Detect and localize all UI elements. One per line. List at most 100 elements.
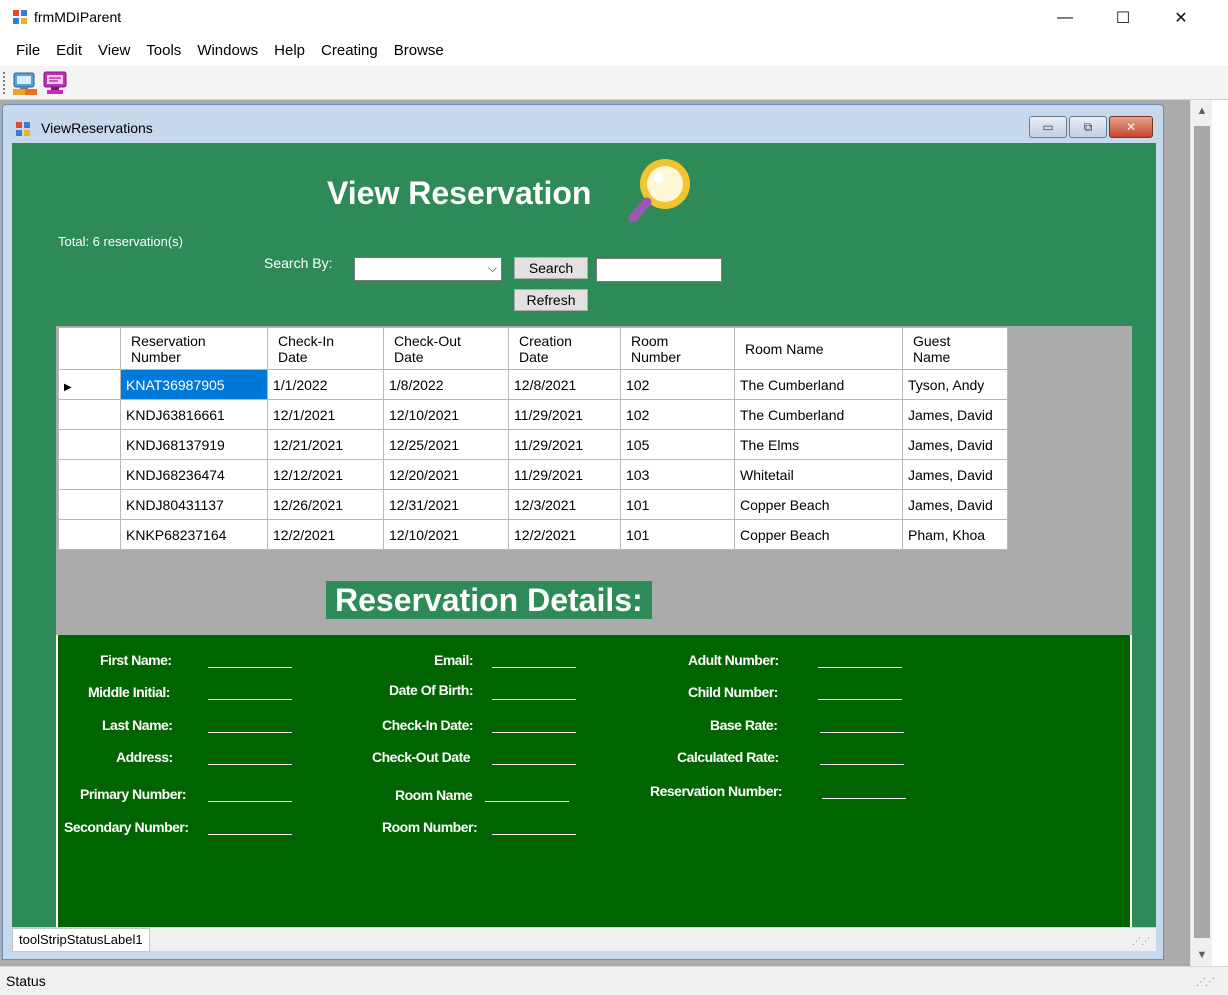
table-cell[interactable]: Copper Beach [734, 489, 903, 520]
scroll-thumb[interactable] [1194, 126, 1210, 938]
menu-tools[interactable]: Tools [138, 36, 189, 66]
table-cell[interactable]: James, David [902, 489, 1008, 520]
mdi-vertical-scrollbar[interactable]: ▲ ▼ [1190, 100, 1212, 966]
table-cell[interactable]: 12/25/2021 [383, 429, 509, 460]
create-reservation-icon[interactable] [42, 69, 68, 97]
table-cell[interactable]: 1/8/2022 [383, 369, 509, 400]
close-button[interactable]: ✕ [1152, 0, 1210, 36]
row-header[interactable] [58, 459, 121, 490]
table-cell[interactable]: Tyson, Andy [902, 369, 1008, 400]
search-button[interactable]: Search [514, 257, 588, 279]
table-cell[interactable]: The Elms [734, 429, 903, 460]
column-header-check-in-date[interactable]: Check-In Date [267, 327, 384, 370]
minimize-button[interactable]: — [1036, 0, 1094, 36]
table-cell[interactable]: KNDJ68137919 [120, 429, 268, 460]
magnifier-icon [628, 159, 690, 223]
column-header-room-number[interactable]: Room Number [620, 327, 735, 370]
table-cell[interactable]: 101 [620, 519, 735, 550]
table-cell[interactable]: KNDJ68236474 [120, 459, 268, 490]
table-cell[interactable]: 12/3/2021 [508, 489, 621, 520]
table-cell[interactable]: Whitetail [734, 459, 903, 490]
table-cell[interactable]: 12/2/2021 [508, 519, 621, 550]
reservations-grid[interactable]: Reservation Number Check-In Date Check-O… [58, 327, 1008, 550]
table-cell[interactable]: James, David [902, 429, 1008, 460]
row-header[interactable] [58, 519, 121, 550]
base-rate-label: Base Rate: [710, 717, 778, 733]
table-cell[interactable]: 102 [620, 399, 735, 430]
scroll-down-arrow-icon[interactable]: ▼ [1191, 944, 1213, 966]
row-header[interactable] [58, 489, 121, 520]
table-row[interactable]: KNDJ68137919 12/21/2021 12/25/2021 11/29… [58, 429, 1008, 460]
table-cell[interactable]: 12/20/2021 [383, 459, 509, 490]
table-cell[interactable]: 101 [620, 489, 735, 520]
child-restore-button[interactable]: ⧉ [1069, 116, 1107, 138]
column-header-room-name[interactable]: Room Name [734, 327, 903, 370]
table-cell[interactable]: 12/12/2021 [267, 459, 384, 490]
column-header-creation-date[interactable]: Creation Date [508, 327, 621, 370]
refresh-button[interactable]: Refresh [514, 289, 588, 311]
row-header[interactable] [58, 399, 121, 430]
table-cell[interactable]: 12/10/2021 [383, 399, 509, 430]
table-cell[interactable]: 12/31/2021 [383, 489, 509, 520]
table-cell[interactable]: 12/8/2021 [508, 369, 621, 400]
app-icon [13, 10, 27, 24]
table-cell[interactable]: KNAT36987905 [120, 369, 268, 400]
table-cell[interactable]: KNDJ63816661 [120, 399, 268, 430]
table-cell[interactable]: Pham, Khoa [902, 519, 1008, 550]
table-row[interactable]: KNKP68237164 12/2/2021 12/10/2021 12/2/2… [58, 519, 1008, 550]
room-name-label: Room Name [395, 787, 473, 803]
menu-file[interactable]: File [8, 36, 48, 66]
table-cell[interactable]: 12/21/2021 [267, 429, 384, 460]
menu-edit[interactable]: Edit [48, 36, 90, 66]
menu-bar: File Edit View Tools Windows Help Creati… [0, 36, 1228, 66]
table-row[interactable]: KNDJ63816661 12/1/2021 12/10/2021 11/29/… [58, 399, 1008, 430]
column-header-reservation-number[interactable]: Reservation Number [120, 327, 268, 370]
menu-creating[interactable]: Creating [313, 36, 386, 66]
table-cell[interactable]: 11/29/2021 [508, 399, 621, 430]
table-cell[interactable]: 11/29/2021 [508, 429, 621, 460]
search-input[interactable] [596, 258, 722, 282]
table-cell[interactable]: The Cumberland [734, 369, 903, 400]
toolbar-grip[interactable] [3, 72, 6, 94]
table-cell[interactable]: 1/1/2022 [267, 369, 384, 400]
menu-help[interactable]: Help [266, 36, 313, 66]
table-row[interactable]: KNDJ68236474 12/12/2021 12/20/2021 11/29… [58, 459, 1008, 490]
table-cell[interactable]: Copper Beach [734, 519, 903, 550]
table-cell[interactable]: 102 [620, 369, 735, 400]
row-header[interactable] [58, 429, 121, 460]
table-cell[interactable]: 11/29/2021 [508, 459, 621, 490]
column-header-guest-name[interactable]: Guest Name [902, 327, 1008, 370]
window-edge [1212, 100, 1228, 966]
table-row[interactable]: KNDJ80431137 12/26/2021 12/31/2021 12/3/… [58, 489, 1008, 520]
table-row[interactable]: ▶ KNAT36987905 1/1/2022 1/8/2022 12/8/20… [58, 369, 1008, 400]
resize-grip-icon[interactable]: ⋰⋰ [1132, 936, 1150, 947]
page-title: View Reservation [327, 175, 592, 211]
table-cell[interactable]: 12/1/2021 [267, 399, 384, 430]
table-cell[interactable]: 12/26/2021 [267, 489, 384, 520]
scroll-up-arrow-icon[interactable]: ▲ [1191, 100, 1213, 122]
table-cell[interactable]: KNDJ80431137 [120, 489, 268, 520]
table-cell[interactable]: 12/2/2021 [267, 519, 384, 550]
maximize-button[interactable]: ☐ [1094, 0, 1152, 36]
menu-browse[interactable]: Browse [386, 36, 452, 66]
column-header-check-out-date[interactable]: Check-Out Date [383, 327, 509, 370]
child-minimize-button[interactable]: ▭ [1029, 116, 1067, 138]
table-cell[interactable]: James, David [902, 399, 1008, 430]
chevron-down-icon[interactable]: ⌵ [488, 261, 497, 276]
resize-grip-icon[interactable]: ⋰⋰ [1196, 977, 1215, 988]
search-by-dropdown[interactable]: ⌵ [354, 257, 502, 281]
table-cell[interactable]: 12/10/2021 [383, 519, 509, 550]
table-cell[interactable]: 103 [620, 459, 735, 490]
toolbar [0, 66, 1228, 100]
table-cell[interactable]: 105 [620, 429, 735, 460]
menu-view[interactable]: View [90, 36, 138, 66]
table-cell[interactable]: The Cumberland [734, 399, 903, 430]
menu-windows[interactable]: Windows [189, 36, 266, 66]
primary-number-label: Primary Number: [80, 786, 187, 802]
table-cell[interactable]: James, David [902, 459, 1008, 490]
table-cell[interactable]: KNKP68237164 [120, 519, 268, 550]
child-close-button[interactable]: ✕ [1109, 116, 1153, 138]
row-header[interactable]: ▶ [58, 369, 121, 400]
view-reservations-icon[interactable] [12, 69, 38, 97]
grid-corner-header[interactable] [58, 327, 121, 370]
